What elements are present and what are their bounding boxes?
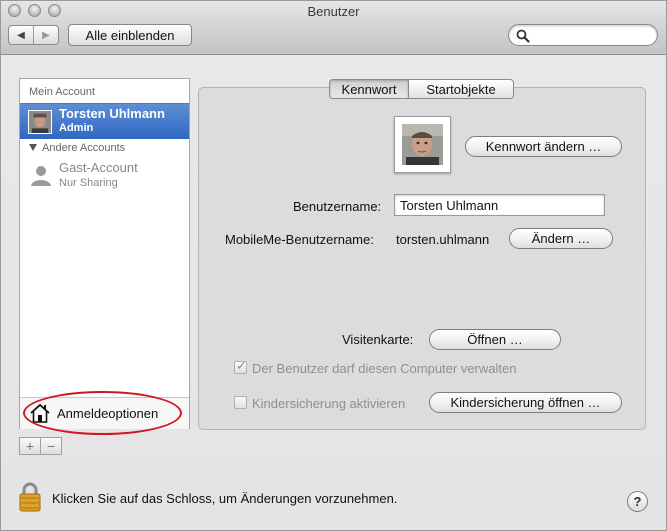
- lock-hint-text: Klicken Sie auf das Schloss, um Änderung…: [52, 491, 398, 506]
- preferences-window: Benutzer ◀ ▶ Alle einblenden Mein Accoun…: [0, 0, 667, 531]
- parental-controls-checkbox[interactable]: [234, 396, 247, 409]
- minus-icon: −: [46, 438, 56, 454]
- group-header-label: Andere Accounts: [42, 142, 126, 154]
- account-item-torsten[interactable]: Torsten Uhlmann Admin: [20, 103, 189, 139]
- account-role: Nur Sharing: [59, 177, 118, 189]
- account-list: Mein Account Torsten Uhlmann Admin Ander…: [19, 78, 190, 429]
- add-remove-controls: + −: [19, 437, 62, 455]
- account-name: Torsten Uhlmann: [59, 106, 165, 121]
- admin-checkbox[interactable]: ✓: [234, 358, 247, 374]
- tab-startobjekte[interactable]: Startobjekte: [409, 80, 513, 98]
- forward-button[interactable]: ▶: [33, 26, 58, 44]
- vcard-open-button[interactable]: Öffnen …: [429, 329, 561, 350]
- add-account-button[interactable]: +: [20, 438, 40, 454]
- account-name: Gast-Account: [59, 160, 138, 175]
- group-header-other-accounts[interactable]: Andere Accounts: [29, 142, 125, 154]
- mobileme-username-value: torsten.uhlmann: [396, 232, 490, 247]
- admin-checkbox-label: Der Benutzer darf diesen Computer verwal…: [252, 361, 517, 376]
- tab-bar: Kennwort Startobjekte: [329, 79, 514, 99]
- toolbar: Benutzer ◀ ▶ Alle einblenden: [1, 1, 666, 55]
- account-role: Admin: [59, 122, 94, 134]
- disclosure-triangle-icon: [29, 144, 37, 151]
- tab-kennwort[interactable]: Kennwort: [330, 80, 409, 98]
- group-header-my-account: Mein Account: [29, 86, 96, 98]
- change-password-button[interactable]: Kennwort ändern …: [465, 136, 622, 157]
- help-button[interactable]: ?: [627, 491, 648, 512]
- parental-controls-open-button[interactable]: Kindersicherung öffnen …: [429, 392, 622, 413]
- help-icon: ?: [633, 494, 642, 509]
- lock-icon[interactable]: [18, 481, 42, 513]
- username-field[interactable]: Torsten Uhlmann: [394, 194, 605, 216]
- nav-back-forward: ◀ ▶: [8, 25, 59, 45]
- back-arrow-icon: ◀: [17, 29, 25, 41]
- account-item-guest[interactable]: Gast-Account Nur Sharing: [20, 159, 189, 193]
- remove-account-button[interactable]: −: [40, 438, 61, 454]
- back-button[interactable]: ◀: [9, 26, 33, 44]
- checkmark-icon: ✓: [236, 358, 247, 373]
- mobileme-change-button[interactable]: Ändern …: [509, 228, 613, 249]
- vcard-label: Visitenkarte:: [342, 332, 414, 347]
- search-icon: [516, 29, 530, 43]
- login-options-item[interactable]: Anmeldeoptionen: [20, 397, 189, 429]
- plus-icon: +: [25, 438, 35, 454]
- user-photo-icon: [402, 124, 443, 165]
- forward-arrow-icon: ▶: [42, 29, 50, 41]
- user-avatar-icon: [28, 110, 52, 134]
- show-all-button[interactable]: Alle einblenden: [68, 24, 192, 46]
- search-field[interactable]: [508, 24, 658, 46]
- username-label: Benutzername:: [293, 199, 382, 214]
- user-picture-well[interactable]: [394, 116, 451, 173]
- house-icon: [30, 403, 50, 423]
- mobileme-username-label: MobileMe-Benutzername:: [225, 232, 374, 247]
- parental-controls-checkbox-label: Kindersicherung aktivieren: [252, 396, 406, 411]
- login-options-label: Anmeldeoptionen: [57, 406, 159, 421]
- window-title: Benutzer: [307, 4, 360, 19]
- guest-user-icon: [31, 166, 51, 186]
